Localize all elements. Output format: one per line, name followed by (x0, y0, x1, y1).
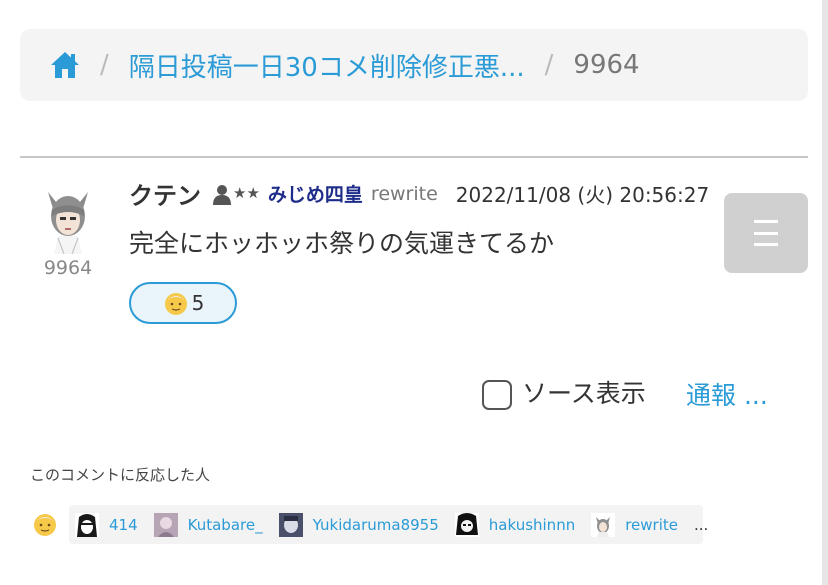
old-man-emoji-icon (34, 514, 56, 536)
avatar[interactable] (40, 182, 96, 254)
reaction-button[interactable]: 5 (129, 282, 237, 324)
breadcrumb-separator: / (100, 50, 109, 80)
breadcrumb-separator: / (544, 50, 554, 80)
reactor-item[interactable]: Yukidaruma8955 (278, 512, 439, 537)
reactor-avatar (278, 512, 303, 537)
divider (20, 156, 808, 158)
reactor-item[interactable]: hakushinnn (454, 512, 575, 537)
breadcrumb: / 隔日投稿一日30コメ削除修正悪... / 9964 (20, 29, 808, 101)
reactors-title: このコメントに反応した人 (30, 466, 211, 484)
person-icon (213, 184, 231, 205)
rank-badge: ★ ★ (211, 183, 260, 205)
star-icon: ★ (246, 184, 260, 202)
reactors-more[interactable]: ... (694, 516, 708, 534)
reactor-name[interactable]: Yukidaruma8955 (313, 516, 439, 534)
reactor-name[interactable]: rewrite (625, 516, 678, 534)
breadcrumb-current: 9964 (573, 50, 640, 80)
reactor-name[interactable]: Kutabare_ (188, 516, 263, 534)
menu-button[interactable] (724, 193, 808, 273)
hamburger-icon (754, 220, 778, 246)
reactor-item[interactable]: Kutabare_ (153, 512, 263, 537)
reactor-item[interactable]: rewrite (591, 512, 678, 537)
old-man-emoji-icon (164, 293, 187, 315)
reaction-count: 5 (191, 291, 205, 315)
comment-text: 完全にホッホッホ祭りの気運きてるか (129, 229, 555, 258)
reactor-avatar (153, 512, 178, 537)
rewrite-tag: rewrite (370, 182, 438, 205)
username[interactable]: クテン (129, 176, 201, 211)
rank-title: みじめ四皇 (267, 184, 363, 206)
timestamp: 2022/11/08 (火) 20:56:27 (455, 183, 710, 207)
breadcrumb-thread-link[interactable]: 隔日投稿一日30コメ削除修正悪... (129, 47, 525, 84)
reactor-item[interactable]: 414 (75, 512, 138, 537)
reactor-name[interactable]: hakushinnn (489, 516, 575, 534)
source-toggle[interactable]: ソース表示 (482, 374, 646, 410)
scrollbar[interactable] (822, 0, 828, 585)
reactor-avatar (454, 512, 479, 537)
source-checkbox[interactable] (482, 380, 512, 410)
star-icon: ★ (233, 184, 247, 202)
reactors-list: 414 Kutabare_ Yukidaruma8955 hakushinnn (69, 505, 708, 544)
home-icon[interactable] (50, 50, 80, 80)
reactor-avatar (75, 512, 99, 537)
comment-header: クテン ★ ★ みじめ四皇 rewrite 2022/11/08 (火) 20:… (129, 176, 709, 211)
reactor-avatar (591, 512, 616, 537)
reactor-name[interactable]: 414 (109, 516, 138, 534)
avatar-id: 9964 (43, 257, 93, 279)
report-link[interactable]: 通報 ... (686, 376, 768, 412)
source-label[interactable]: ソース表示 (522, 374, 646, 410)
